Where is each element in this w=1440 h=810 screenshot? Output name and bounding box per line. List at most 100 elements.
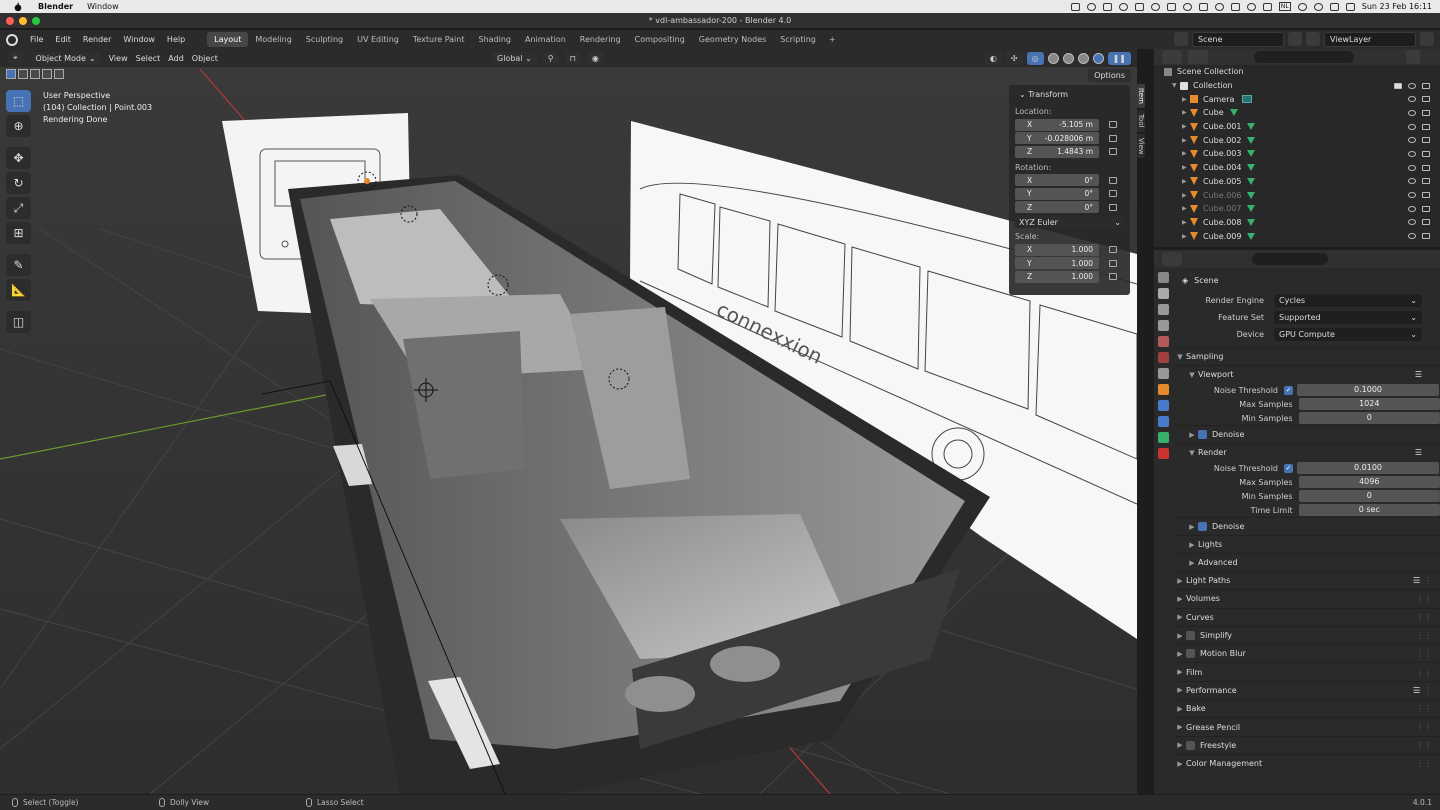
bluetooth-icon[interactable] [1214,2,1224,11]
mesh-data-icon[interactable] [1247,205,1256,213]
expand-arrow-icon[interactable]: ▶ [1182,192,1190,199]
scale-y-field[interactable]: Y 1.000 [1015,257,1099,270]
scene-field[interactable]: Scene [1192,32,1284,47]
eye-icon[interactable] [1408,219,1416,226]
drag-handle-icon[interactable]: ⋮⋮ [1416,594,1432,603]
outliner-item[interactable]: ▶ Cube.003 [1154,147,1440,161]
render-sampling-section[interactable]: ▼ Render ☰ [1174,443,1440,461]
select-intersect-icon[interactable] [54,69,64,79]
outliner-item[interactable]: ▶ Camera [1154,92,1440,106]
menu-render[interactable]: Render [83,35,111,44]
expand-arrow-icon[interactable]: ▶ [1182,109,1190,116]
tab-item[interactable]: Item [1137,84,1145,108]
drag-handle-icon[interactable]: ⋮⋮ [1416,741,1432,750]
outliner-item[interactable]: ▶ Cube [1154,106,1440,120]
tab-texture-paint[interactable]: Texture Paint [406,32,472,47]
filter-icon[interactable] [1406,50,1420,64]
tab-scripting[interactable]: Scripting [773,32,823,47]
expand-arrow-icon[interactable]: ▶ [1182,233,1190,240]
mesh-data-icon[interactable] [1247,191,1256,199]
mesh-data-icon[interactable] [1247,232,1256,240]
menu-edit[interactable]: Edit [55,35,71,44]
advanced-section[interactable]: ▶ Advanced [1174,553,1440,571]
lights-section[interactable]: ▶ Lights [1174,535,1440,553]
lock-icon[interactable] [1109,203,1117,211]
outliner-item[interactable]: ▶ Cube.006 [1154,188,1440,202]
tab-view[interactable]: View [1137,133,1145,159]
options-dropdown[interactable]: Options [1088,69,1131,82]
outliner-item[interactable]: ▶ Cube.009 [1154,229,1440,243]
object-mode-dropdown[interactable]: Object Mode ⌄ [30,51,101,65]
editor-type-icon[interactable] [1162,50,1182,64]
solid-shading-icon[interactable] [1062,52,1074,64]
control-center-icon[interactable] [1345,2,1355,11]
status-icon[interactable] [1182,2,1192,11]
mesh-data-icon[interactable] [1247,136,1256,144]
mesh-data-icon[interactable] [1247,123,1256,131]
camera-icon[interactable] [1422,109,1430,116]
eye-icon[interactable] [1408,109,1416,116]
tab-compositing[interactable]: Compositing [628,32,692,47]
lock-icon[interactable] [1109,134,1117,142]
eye-icon[interactable] [1408,82,1416,89]
expand-arrow-icon[interactable]: ▶ [1182,123,1190,130]
expand-arrow-icon[interactable]: ▶ [1182,164,1190,171]
apple-icon[interactable] [12,2,24,12]
tool-tab-icon[interactable] [1157,272,1169,283]
3d-viewport[interactable]: 8210 connexxion [0,49,1137,794]
tab-rendering[interactable]: Rendering [573,32,628,47]
camera-icon[interactable] [1422,123,1430,130]
rendered-shading-icon[interactable] [1092,52,1104,64]
object-menu[interactable]: Object [192,54,218,63]
render-denoise-section[interactable]: ▶ Denoise [1174,517,1440,535]
rotation-x-field[interactable]: X 0° [1015,174,1099,187]
feature-set-dropdown[interactable]: Supported ⌄ [1274,311,1422,324]
view-menu[interactable]: View [109,54,128,63]
macos-window-menu[interactable]: Window [87,2,119,11]
camera-icon[interactable] [1422,150,1430,157]
wifi-icon[interactable] [1313,2,1323,11]
status-icon[interactable] [1150,2,1160,11]
viewport-min-samples-field[interactable]: 0 [1298,412,1440,424]
material-shading-icon[interactable] [1077,52,1089,64]
tab-geometry-nodes[interactable]: Geometry Nodes [692,32,773,47]
outliner-item[interactable]: ▶ Cube.008 [1154,216,1440,230]
cursor-tool-icon[interactable]: ⊕ [6,115,31,137]
battery-icon[interactable] [1262,2,1272,11]
select-extend-icon[interactable] [18,69,28,79]
texture-tab-icon[interactable] [1157,448,1169,459]
scene-icon[interactable] [1174,32,1188,46]
tab-animation[interactable]: Animation [518,32,573,47]
rotation-mode-dropdown[interactable]: XYZ Euler ⌄ [1015,216,1125,228]
eye-icon[interactable] [1408,150,1416,157]
section-bake[interactable]: ▶ Bake ⋮⋮ [1174,699,1440,717]
drag-handle-icon[interactable]: ⋮⋮ [1416,613,1432,622]
expand-arrow-icon[interactable]: ▶ [1182,150,1190,157]
menu-window[interactable]: Window [123,35,155,44]
denoise-checkbox[interactable] [1198,522,1207,531]
select-menu[interactable]: Select [136,54,161,63]
data-tab-icon[interactable] [1157,432,1169,443]
viewport-max-samples-field[interactable]: 1024 [1298,398,1440,410]
macos-app-menu[interactable]: Blender [38,2,73,11]
sampling-section[interactable]: ▼ Sampling [1174,347,1440,365]
select-subtract-icon[interactable] [30,69,40,79]
status-icon[interactable] [1134,2,1144,11]
tab-modeling[interactable]: Modeling [248,32,298,47]
outliner-item[interactable]: ▶ Cube.002 [1154,133,1440,147]
gizmo-icon[interactable]: ✣ [1005,51,1023,65]
camera-icon[interactable] [1422,96,1430,103]
scale-tool-icon[interactable]: ⤢ [6,197,31,219]
location-x-field[interactable]: X -5.105 m [1015,118,1099,131]
device-dropdown[interactable]: GPU Compute ⌄ [1274,328,1422,341]
rotate-tool-icon[interactable]: ↻ [6,172,31,194]
tab-layout[interactable]: Layout [207,32,249,47]
status-icon[interactable] [1198,2,1208,11]
display-mode-icon[interactable] [1188,50,1208,64]
mesh-data-icon[interactable] [1229,109,1238,117]
lock-icon[interactable] [1109,176,1117,184]
lock-icon[interactable] [1109,259,1117,267]
camera-icon[interactable] [1422,205,1430,212]
viewlayer-icon[interactable] [1306,32,1320,46]
transform-panel-header[interactable]: ⌄ Transform [1019,90,1124,99]
